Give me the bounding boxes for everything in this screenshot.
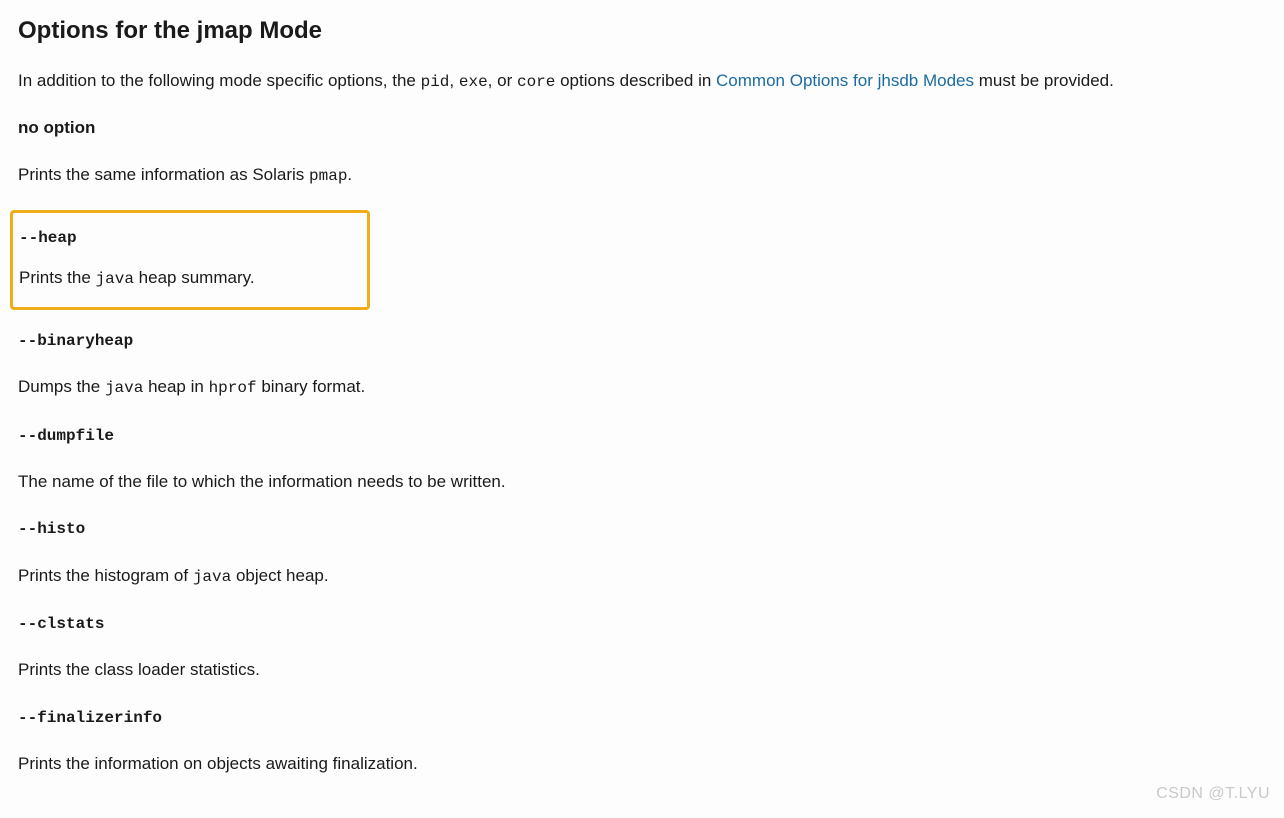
- code-exe: exe: [459, 73, 488, 91]
- code-heap-flag: --heap: [19, 229, 77, 247]
- watermark-text: CSDN @T.LYU: [1156, 782, 1270, 805]
- option-heap: --heap: [19, 225, 361, 250]
- option-binaryheap-desc: Dumps the java heap in hprof binary form…: [18, 375, 1266, 400]
- intro-paragraph: In addition to the following mode specif…: [18, 69, 1266, 94]
- option-dumpfile: --dumpfile: [18, 423, 1266, 448]
- desc-text: .: [347, 165, 352, 184]
- code-histo-flag: --histo: [18, 520, 85, 538]
- code-dumpfile-flag: --dumpfile: [18, 427, 114, 445]
- option-finalizerinfo: --finalizerinfo: [18, 705, 1266, 730]
- option-dumpfile-desc: The name of the file to which the inform…: [18, 470, 1266, 495]
- option-clstats-desc: Prints the class loader statistics.: [18, 658, 1266, 683]
- code-core: core: [517, 73, 555, 91]
- code-finalizerinfo-flag: --finalizerinfo: [18, 709, 162, 727]
- option-clstats: --clstats: [18, 611, 1266, 636]
- option-no-option: no option: [18, 116, 1266, 141]
- code-pmap: pmap: [309, 167, 347, 185]
- code-clstats-flag: --clstats: [18, 615, 104, 633]
- code-hprof: hprof: [209, 379, 257, 397]
- code-pid: pid: [421, 73, 450, 91]
- code-java: java: [96, 270, 134, 288]
- option-histo-desc: Prints the histogram of java object heap…: [18, 564, 1266, 589]
- option-heap-desc: Prints the java heap summary.: [19, 266, 361, 291]
- intro-text: , or: [488, 71, 517, 90]
- code-binaryheap-flag: --binaryheap: [18, 332, 133, 350]
- desc-text: object heap.: [231, 566, 328, 585]
- desc-text: Prints the: [19, 268, 96, 287]
- option-no-option-desc: Prints the same information as Solaris p…: [18, 163, 1266, 188]
- common-options-link[interactable]: Common Options for jhsdb Modes: [716, 71, 974, 90]
- highlighted-heap-block: --heap Prints the java heap summary.: [10, 210, 370, 310]
- intro-text: In addition to the following mode specif…: [18, 71, 421, 90]
- option-binaryheap: --binaryheap: [18, 328, 1266, 353]
- code-java: java: [105, 379, 143, 397]
- intro-text: ,: [449, 71, 458, 90]
- desc-text: heap summary.: [134, 268, 255, 287]
- section-heading: Options for the jmap Mode: [18, 14, 1266, 49]
- option-histo: --histo: [18, 516, 1266, 541]
- code-java: java: [193, 568, 231, 586]
- desc-text: Prints the histogram of: [18, 566, 193, 585]
- intro-text: options described in: [555, 71, 716, 90]
- intro-text: must be provided.: [974, 71, 1114, 90]
- desc-text: Prints the same information as Solaris: [18, 165, 309, 184]
- desc-text: binary format.: [257, 377, 366, 396]
- option-finalizerinfo-desc: Prints the information on objects awaiti…: [18, 752, 1266, 777]
- desc-text: Dumps the: [18, 377, 105, 396]
- desc-text: heap in: [143, 377, 208, 396]
